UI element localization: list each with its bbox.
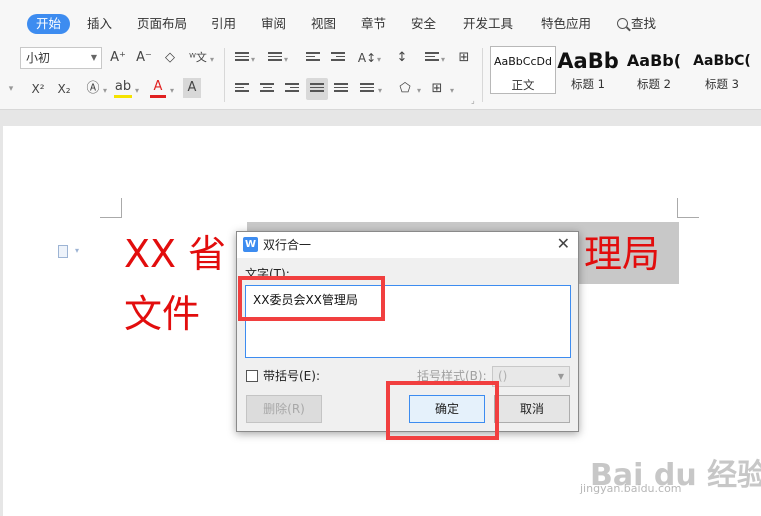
cancel-button[interactable]: 取消	[494, 395, 570, 423]
font-size-select[interactable]: 小初 ▼	[20, 47, 102, 69]
sort-icon[interactable]: ↕	[393, 47, 411, 69]
annotation-box-text	[238, 276, 385, 321]
chevron-down-icon: ▾	[251, 55, 256, 64]
paragraph-mark-icon[interactable]	[58, 245, 68, 258]
tab-page-layout[interactable]: 页面布局	[137, 15, 187, 33]
style-heading-3[interactable]: AaBbC( 标题 3	[686, 46, 758, 94]
style-heading-1[interactable]: AaBb 标题 1	[555, 46, 621, 94]
search-button[interactable]: 查找	[617, 15, 656, 33]
tab-insert[interactable]: 插入	[87, 15, 112, 33]
style-preview: AaBbCcDd	[494, 55, 552, 68]
highlight-button[interactable]: ab	[114, 78, 132, 98]
tab-security[interactable]: 安全	[411, 15, 436, 33]
bracket-checkbox[interactable]	[246, 370, 258, 382]
justify-button[interactable]	[306, 78, 328, 100]
align-center-icon[interactable]	[260, 83, 274, 95]
tab-references[interactable]: 引用	[211, 15, 236, 33]
table-borders-icon[interactable]: ⊞	[428, 78, 446, 100]
tab-review[interactable]: 审阅	[261, 15, 286, 33]
toolbar-divider	[482, 48, 483, 102]
dialog-titlebar[interactable]: W 双行合一 ✕	[237, 232, 578, 258]
style-label: 标题 2	[637, 77, 671, 91]
chevron-down-icon: ▾	[170, 86, 175, 95]
decrease-font-button[interactable]: A⁻	[134, 47, 154, 69]
superscript-button[interactable]: X²	[28, 78, 48, 100]
chinese-layout-icon[interactable]	[425, 52, 439, 64]
style-label: 标题 3	[705, 77, 739, 91]
ribbon-toolbar: 小初 ▼ A⁺ A⁻ ◇ ᵂ文 ▾ ▾ X² X₂ Ⓐ ▾ ab ▾ A ▾ A…	[0, 44, 761, 110]
doc-line1-right[interactable]: 理局	[584, 229, 660, 279]
chevron-down-icon: ▾	[284, 55, 289, 64]
dialog-launcher-icon[interactable]: ⌟	[471, 96, 475, 105]
annotation-box-ok	[386, 381, 499, 440]
distributed-icon[interactable]	[334, 83, 348, 95]
chevron-down-icon: ▾	[103, 86, 108, 95]
close-icon[interactable]: ✕	[557, 235, 570, 253]
align-left-icon[interactable]	[235, 83, 249, 95]
increase-font-button[interactable]: A⁺	[108, 47, 128, 69]
chevron-down-icon: ▾	[210, 55, 215, 64]
align-right-icon[interactable]	[285, 83, 299, 95]
line-spacing-icon[interactable]	[360, 83, 374, 95]
tab-home[interactable]: 开始	[27, 14, 71, 34]
decrease-indent-icon[interactable]	[306, 52, 320, 64]
chevron-down-icon: ▾	[8, 84, 14, 94]
chevron-down-icon: ▼	[90, 53, 97, 62]
chevron-down-icon: ▾	[441, 55, 446, 64]
watermark-url: jingyan.baidu.com	[580, 482, 682, 495]
chevron-down-icon: ▾	[450, 86, 455, 95]
font-size-value: 小初	[26, 51, 51, 65]
numbered-list-icon[interactable]	[268, 52, 282, 64]
bracket-style-select[interactable]: () ▼	[492, 366, 570, 387]
bracket-checkbox-label: 带括号(E):	[263, 369, 320, 383]
dialog-title: 双行合一	[263, 238, 312, 252]
tab-view[interactable]: 视图	[311, 15, 336, 33]
char-shading-button[interactable]: A	[183, 78, 201, 98]
subscript-button[interactable]: X₂	[54, 78, 74, 100]
search-icon	[617, 18, 628, 29]
style-preview: AaBbC(	[693, 53, 751, 69]
style-label: 正文	[511, 78, 535, 92]
text-direction-icon[interactable]: A↕	[357, 47, 377, 69]
wps-writer-icon: W	[243, 237, 258, 252]
style-label: 标题 1	[571, 77, 605, 91]
increase-indent-icon[interactable]	[331, 52, 345, 64]
eraser-icon[interactable]: ◇	[160, 47, 180, 69]
shading-icon[interactable]: ⬠	[395, 78, 415, 100]
style-normal[interactable]: AaBbCcDd 正文	[490, 46, 556, 94]
borders-icon[interactable]: ⊞	[455, 47, 473, 69]
font-color-button[interactable]: A	[150, 78, 166, 98]
style-preview: AaBb(	[626, 51, 682, 70]
bracket-style-value: ()	[498, 369, 508, 383]
tab-developer[interactable]: 开发工具	[463, 15, 513, 33]
chevron-down-icon: ▾	[75, 246, 80, 255]
chevron-down-icon: ▾	[417, 86, 422, 95]
chevron-down-icon: ▼	[557, 372, 564, 381]
chevron-down-icon: ▾	[378, 86, 383, 95]
page-crop-mark	[677, 198, 699, 218]
justify-icon	[310, 83, 324, 95]
style-preview: AaBb	[557, 49, 619, 73]
chevron-down-icon: ▾	[135, 86, 140, 95]
search-label: 查找	[631, 16, 657, 31]
chevron-down-icon: ▾	[377, 55, 382, 64]
ribbon-menu-bar: 开始 插入 页面布局 引用 审阅 视图 章节 安全 开发工具 特色应用 查找	[0, 0, 761, 44]
text-effect-icon[interactable]: Ⓐ	[84, 78, 102, 100]
tab-chapter[interactable]: 章节	[361, 15, 386, 33]
delete-button[interactable]: 删除(R)	[246, 395, 322, 423]
page-crop-mark	[100, 198, 122, 218]
phonetic-guide-icon[interactable]: ᵂ文	[186, 47, 210, 69]
doc-line1-left[interactable]: XX 省	[124, 229, 226, 279]
style-heading-2[interactable]: AaBb( 标题 2	[621, 46, 687, 94]
doc-line2[interactable]: 文件	[124, 289, 200, 339]
tab-special-apps[interactable]: 特色应用	[541, 15, 591, 33]
bullet-list-icon[interactable]	[235, 52, 249, 64]
toolbar-divider	[224, 48, 225, 102]
